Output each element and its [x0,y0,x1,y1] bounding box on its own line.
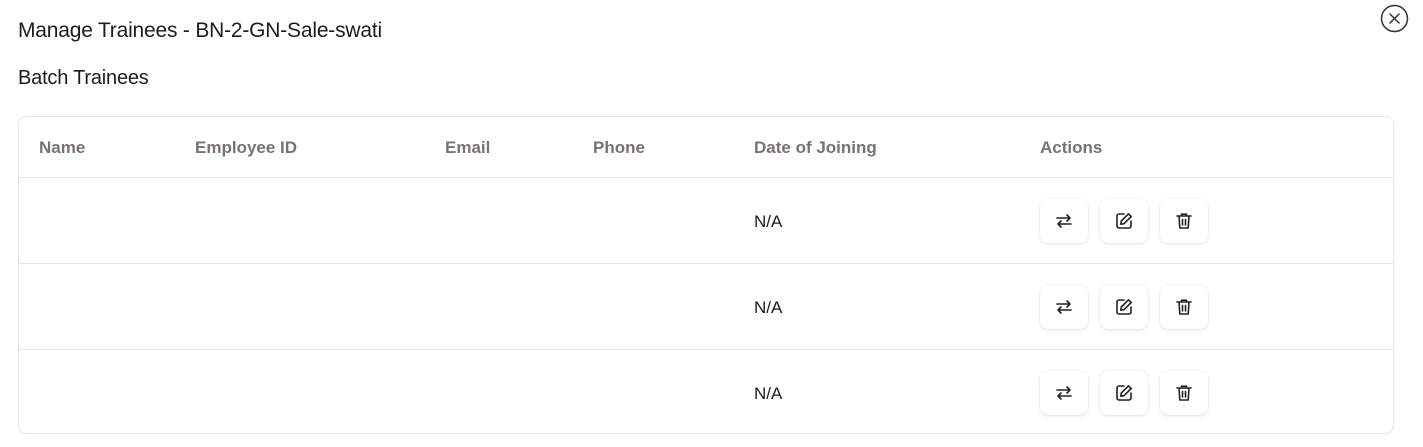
column-header-actions: Actions [1040,138,1103,157]
transfer-icon [1056,386,1072,400]
column-header-employee-id: Employee ID [195,138,298,157]
cell-date-of-joining: N/A [754,212,783,231]
trainees-table: Name Employee ID Email Phone Date of Joi… [18,116,1394,434]
modal-title: Manage Trainees - BN-2-GN-Sale-swati [18,19,382,42]
edit-button[interactable] [1100,199,1148,243]
column-header-name: Name [39,138,86,157]
delete-button[interactable] [1160,285,1208,329]
column-header-email: Email [445,138,491,157]
cell-date-of-joining: N/A [754,298,783,317]
transfer-button[interactable] [1040,199,1088,243]
edit-icon [1116,385,1132,401]
transfer-button[interactable] [1040,371,1088,415]
close-button[interactable] [1380,4,1409,33]
delete-icon [1176,213,1192,229]
transfer-button[interactable] [1040,285,1088,329]
delete-button[interactable] [1160,371,1208,415]
edit-button[interactable] [1100,285,1148,329]
table-row: N/A [19,178,1393,264]
column-header-phone: Phone [593,138,645,157]
edit-icon [1116,299,1132,315]
table-row: N/A [19,350,1393,433]
close-circle-icon[interactable] [1380,4,1409,33]
table-header: Name Employee ID Email Phone Date of Joi… [19,117,1393,178]
transfer-icon [1056,214,1072,228]
transfer-icon [1056,300,1072,314]
delete-icon [1176,299,1192,315]
edit-button[interactable] [1100,371,1148,415]
edit-icon [1116,213,1132,229]
table-row: N/A [19,264,1393,350]
cell-date-of-joining: N/A [754,384,783,403]
column-header-date-of-joining: Date of Joining [754,138,877,157]
delete-icon [1176,385,1192,401]
delete-button[interactable] [1160,199,1208,243]
section-title: Batch Trainees [18,67,149,89]
